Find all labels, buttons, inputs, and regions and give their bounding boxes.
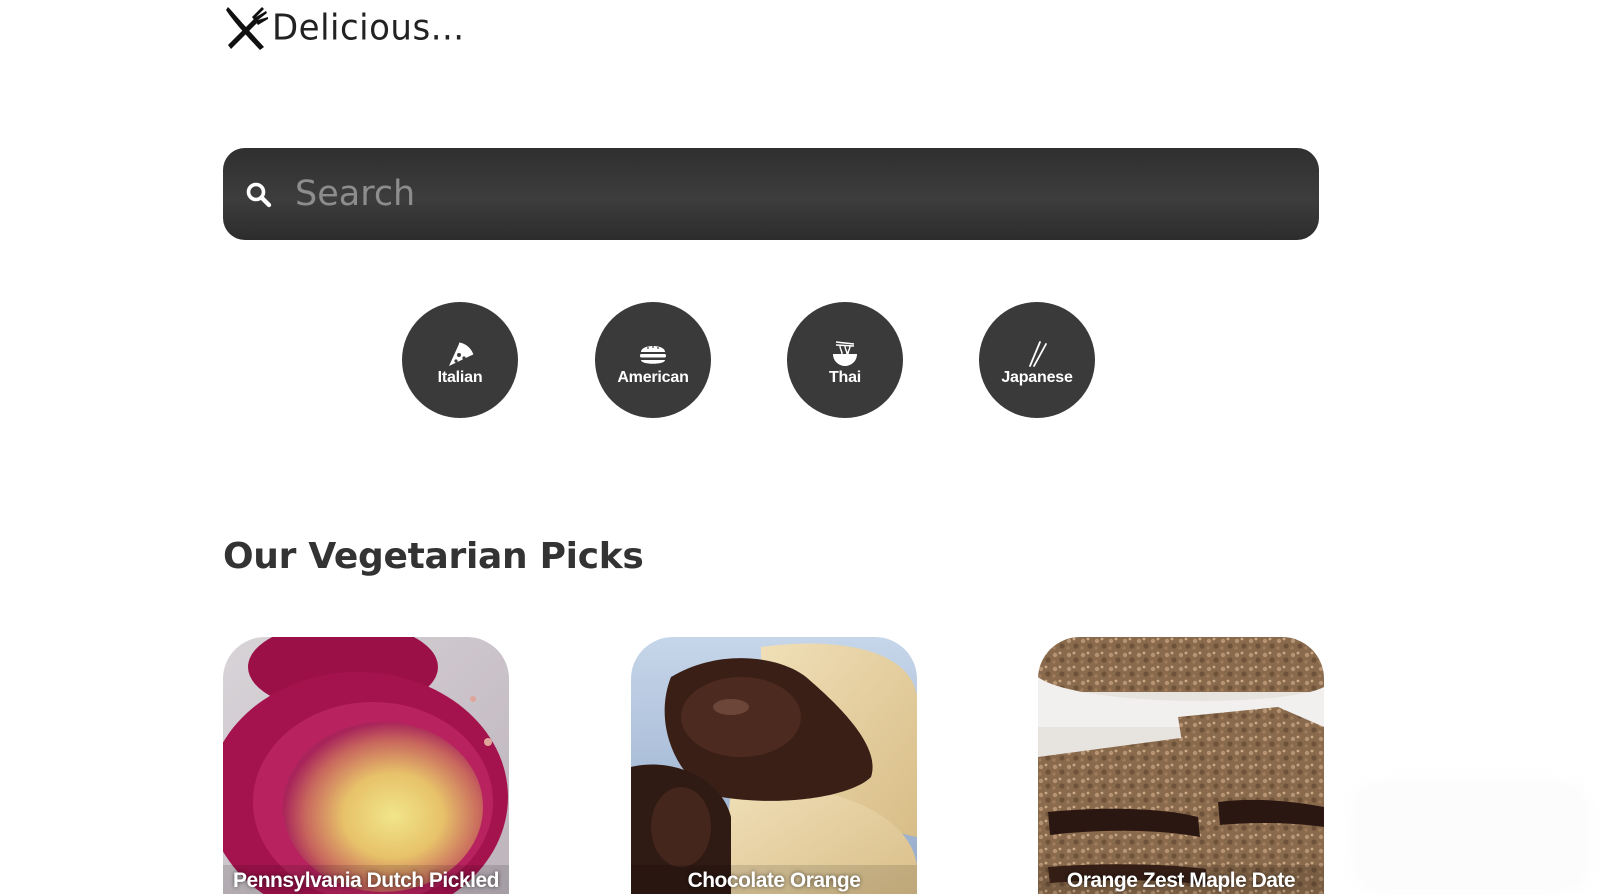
logo-text: Delicious... (272, 7, 465, 49)
page: Delicious... Italian American (0, 0, 1616, 894)
overlay-panel (1350, 780, 1590, 894)
fork-knife-icon (226, 7, 268, 50)
category-italian[interactable]: Italian (402, 302, 518, 418)
chopsticks-icon (1029, 340, 1047, 367)
search-bar[interactable] (223, 148, 1319, 240)
recipe-title: Orange Zest Maple Date (1066, 869, 1296, 892)
pizza-icon (449, 342, 474, 366)
logo[interactable]: Delicious... (224, 4, 465, 52)
recipe-title: Chocolate Orange (687, 869, 861, 892)
recipe-title: Pennsylvania Dutch Pickled (233, 869, 499, 892)
recipe-card[interactable]: Pennsylvania Dutch Pickled (223, 637, 509, 894)
recipe-card[interactable]: Chocolate Orange (631, 637, 917, 894)
recipe-image (631, 637, 917, 894)
category-label: Italian (437, 368, 483, 386)
search-icon (246, 182, 272, 208)
category-japanese[interactable]: Japanese (979, 302, 1095, 418)
category-label: Japanese (1001, 368, 1073, 386)
noodle-bowl-icon (833, 340, 857, 366)
burger-icon (640, 345, 666, 364)
category-american[interactable]: American (595, 302, 711, 418)
category-label: Thai (828, 368, 862, 386)
recipe-image (223, 637, 509, 894)
category-thai[interactable]: Thai (787, 302, 903, 418)
recipe-image (1038, 637, 1324, 894)
section-title: Our Vegetarian Picks (223, 536, 644, 577)
search-input[interactable] (295, 148, 1295, 240)
recipe-card[interactable]: Orange Zest Maple Date (1038, 637, 1324, 894)
category-label: American (617, 368, 689, 386)
